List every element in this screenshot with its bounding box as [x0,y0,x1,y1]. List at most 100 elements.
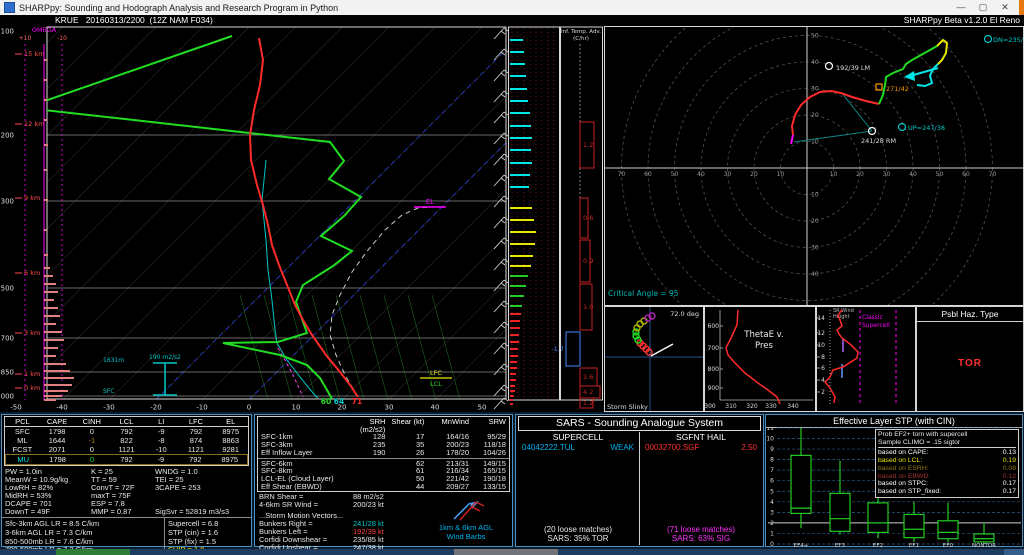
wind-barb-caption: 1km & 6km AGL Wind Barbs [423,499,509,541]
wind-speed-bar [510,255,533,257]
thermo-inset[interactable]: PCL CAPE CINH LCL LI LFC EL SFC 1798 0 792 -9 792 897… [1,414,252,555]
wind-barb [493,153,505,166]
isotherm-line [296,189,506,399]
thetae-title: ThetaE v. [743,330,784,340]
profile-curves [47,35,431,399]
wind-speed-bar [510,51,524,53]
stp-ytick-label: 1 [770,530,774,537]
kinematics-inset[interactable]: SRH (m2/s2) Shear (kt) MnWind SRW SFC-1km 128… [254,414,513,552]
hodo-marker [875,83,883,91]
omega-bar [44,169,47,171]
temp-axis-label: 30 [385,404,394,412]
wind-speed-bar [510,348,518,350]
thetae-panel[interactable]: 600 700 800 900 300 310 320 330 340 ThetaE v.Pres [704,306,816,412]
omega-bar [44,254,48,256]
taskbar-strip[interactable] [0,549,1024,555]
critical-angle-label: Critical Angle = 95 [608,289,679,298]
stp-legend-row: based on EBWD: 0.12 [878,473,1016,481]
wind-speed-bar [510,361,517,363]
kin-row: Eff Inflow Layer 190 26 178/20 104/26 [258,449,509,457]
slinky-angle: 72.0 deg [670,310,699,318]
height-label: 6 km [24,269,40,277]
height-label: 0 km [24,384,40,392]
tempadv-title: Inf. Temp. Adv. [561,29,601,35]
height-label: 9 km [24,194,40,202]
sars-columns: SUPERCELL 04042222.TUL WEAK (20 loose match… [517,432,762,545]
classic-supercell-label: Supercell [862,322,890,329]
wind-barb-tick [500,345,506,350]
tempadv-box [565,331,581,367]
omega-bar [44,229,47,231]
wind-barb-tick [500,198,506,203]
hodograph-panel[interactable]: 70 60 50 40 30 20 10 10 20 30 40 50 60 70102030405010… [604,26,1024,306]
version-info: SHARPpy Beta v1.2.0 El Reno [903,15,1020,25]
wind-barb [493,111,505,124]
sr-height-label: 12 [817,330,825,337]
wind-barb-tick [500,324,506,329]
hazard-panel[interactable]: Psbl Haz. Type TOR [916,306,1024,412]
inset-row: PCL CAPE CINH LCL LI LFC EL SFC 1798 0 792 -9 792 897… [0,412,1024,555]
sr-height-label: 6 [821,365,825,372]
thetae-y-label: 600 [708,323,720,330]
kin-srw: 104/26 [483,447,506,457]
isotherm-line [342,235,506,399]
pcl-cell: 0 [89,455,95,464]
sars-hail-column: SGFNT HAIL 00032700.SGF 2.50 (71 loose matc… [640,432,762,545]
tempadv-value: 0.6 [583,214,593,222]
pcl-cell: 8863 [222,436,240,445]
pressure-label: 200 [1,132,14,140]
hodo-axis-label: 10 [811,192,819,199]
pcl-row: MU 1798 0 792 -9 792 8975 [5,454,248,465]
boxplot-box [973,533,995,543]
hodo-marker-label: 192/39 LM [836,64,870,72]
stp-inset[interactable]: Effective Layer STP (with CIN) 012345678… [765,414,1023,548]
wind-speed-bar [510,275,528,277]
hodo-axis-label: 60 [644,171,652,178]
close-button[interactable]: ✕ [994,0,1016,15]
kin-shear: 26 [415,447,425,457]
thermo-stats-grid: PW = 1.0in K = 25 WNDG = 1.0 MeanW = 10.9g/… [2,466,251,516]
pcl-cell: 2071 [48,445,66,454]
pcl-header-cell: PCL [15,417,30,426]
wind-speed-bar [510,390,515,392]
isotherm-line [47,27,156,137]
hodo-axis-label: 50 [811,33,819,40]
pcl-row: SFC 1798 0 792 -9 792 8975 [5,427,248,436]
sars-probability: SARS: 35% TOR [547,534,609,543]
stp-legend-row: based on STP_fixed: 0.17 [878,488,1016,496]
pcl-cell: 792 [120,455,133,464]
wind-speed-bar [510,186,529,188]
minimize-button[interactable]: — [950,0,972,15]
skewt-panel[interactable]: 100200300500700850100015 km12 km9 km6 km… [0,26,508,412]
station-info: KRUE 20160313/2200 (12Z NAM F034) [55,15,213,25]
maximize-button[interactable]: ▢ [972,0,994,15]
storm-slinky-panel[interactable]: 72.0 deg Storm Slinky [604,306,704,412]
sars-match-row: 00032700.SGF 2.50 [640,443,762,452]
boxplot-category-label: EF3 [835,543,846,548]
stp-ytick-label: 4 [770,499,774,506]
srwind-panel[interactable]: ClassicSupercell1412108642SR WindHeight [816,306,916,412]
window-controls: — ▢ ✕ [950,0,1016,15]
hodo-axis-label: 20 [856,171,864,178]
stp-legend-row: based on ESRH: 0.08 [878,465,1016,473]
omega-title: OMEGA [32,26,57,34]
hazard-title: Psbl Haz. Type [917,307,1023,322]
hodograph-trace [790,134,794,145]
moist-adiabat [287,294,316,399]
wind-speed-bar [510,385,515,387]
kin-row: Eff Shear (EBWD) 44 209/27 133/15 [258,482,509,491]
omega-bar [44,307,58,309]
wind-speed-bar [510,395,514,397]
wind-profile-panel[interactable]: Inf. Temp. Adv.(C/hr) 1.2 0.6 0.9 1.0 -1.7 2.6… [508,26,604,412]
kin-label: Eff Inflow Layer [261,447,313,457]
tempadv-value: 1.2 [583,399,593,407]
sars-inset[interactable]: SARS - Sounding Analogue System SUPERCELL… [515,414,764,547]
omega-bar [44,347,58,349]
hodo-axis-label: 40 [697,171,705,178]
hodograph-trace [790,89,880,136]
skewt-border [46,26,507,400]
stp-ytick-label: 9 [770,446,774,453]
moist-adiabat [359,294,388,399]
stp-ytick-label: 5 [770,488,774,495]
pcl-cell: -8 [157,436,165,445]
